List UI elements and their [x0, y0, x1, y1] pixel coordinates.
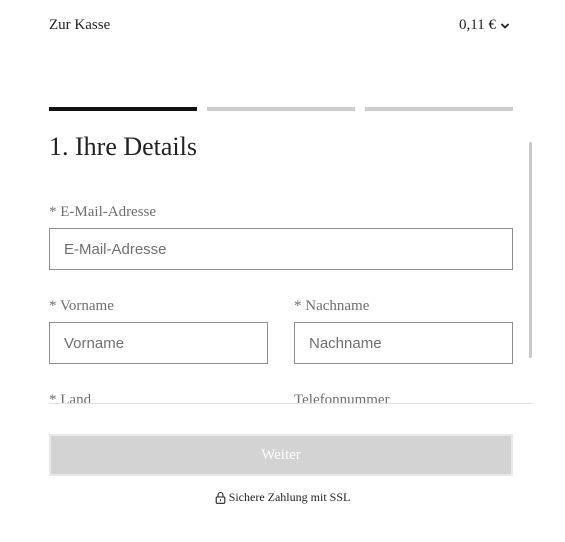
form-scrollbar[interactable] — [529, 142, 532, 358]
last-name-field[interactable] — [294, 322, 513, 364]
next-button[interactable]: Weiter — [49, 434, 513, 476]
first-name-label: * Vorname — [49, 298, 114, 314]
first-name-field[interactable] — [49, 322, 268, 364]
form-scroll-area[interactable]: 1. Ihre Details * E-Mail-Adresse * Vorna… — [0, 120, 534, 403]
last-name-label: * Nachname — [294, 298, 370, 314]
progress-step-1 — [49, 107, 197, 111]
phone-label: Telefonnummer — [294, 392, 390, 403]
checkout-progress — [49, 107, 513, 111]
ssl-note: Sichere Zahlung mit SSL — [0, 490, 565, 505]
chevron-down-icon — [500, 22, 510, 29]
email-field[interactable] — [49, 228, 513, 270]
section-title: 1. Ihre Details — [49, 132, 198, 161]
progress-step-3 — [365, 107, 513, 111]
lock-icon — [215, 491, 226, 504]
form-divider — [49, 403, 533, 404]
country-label: * Land — [49, 392, 92, 403]
checkout-title: Zur Kasse — [49, 17, 111, 33]
ssl-text: Sichere Zahlung mit SSL — [228, 490, 351, 504]
progress-step-2 — [207, 107, 355, 111]
order-total-amount: 0,11 € — [459, 17, 496, 33]
order-total-toggle[interactable]: 0,11 € — [459, 17, 510, 34]
email-label: * E-Mail-Adresse — [49, 204, 157, 220]
